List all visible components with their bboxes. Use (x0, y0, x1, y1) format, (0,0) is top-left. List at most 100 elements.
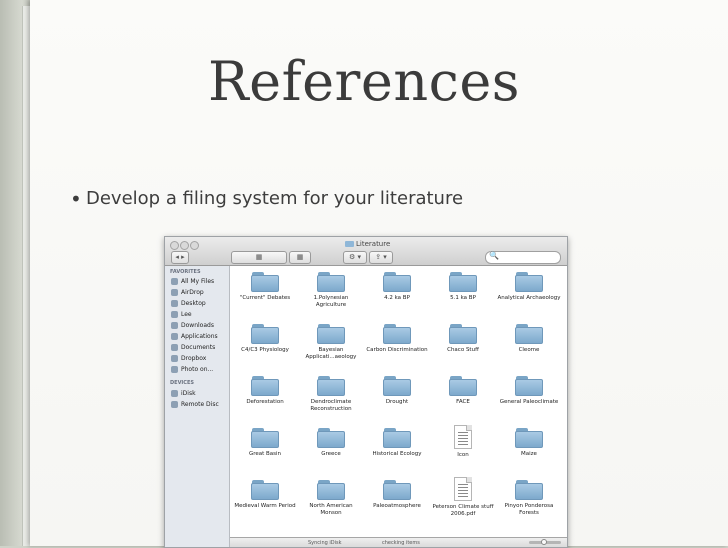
search-icon: 🔍 (489, 251, 499, 260)
downloads-icon (171, 322, 178, 329)
folder-icon (251, 480, 279, 500)
sidebar-item-photo[interactable]: Photo on... (171, 366, 213, 376)
folder-icon (383, 324, 411, 344)
checking-status: checking items (382, 540, 420, 546)
item-label: Bayesian Applicati...aeology (305, 347, 357, 360)
folder-icon (345, 241, 354, 247)
bullet-point: • Develop a filing system for your liter… (70, 187, 463, 211)
item-label: Icon (457, 452, 469, 458)
item-label: Carbon Discrimination (366, 347, 428, 353)
item-label: Deforestation (246, 399, 284, 405)
item-label: Pinyon Ponderosa Forests (504, 503, 554, 516)
folder-icon (317, 428, 345, 448)
folder-icon (383, 428, 411, 448)
sidebar-item-airdrop[interactable]: AirDrop (171, 289, 204, 299)
folder-item[interactable]: Maize (496, 428, 562, 458)
sidebar-item-desktop[interactable]: Desktop (171, 300, 206, 310)
action-button[interactable]: ⚙ ▾ (343, 251, 367, 264)
idisk-icon (171, 390, 178, 397)
folder-item[interactable]: C4/C3 Physiology (232, 324, 298, 354)
folder-icon (449, 376, 477, 396)
file-item[interactable]: Icon (430, 425, 496, 459)
folder-item[interactable]: Paleoatmosphere (364, 480, 430, 510)
sidebar-item-idisk[interactable]: iDisk (171, 390, 196, 400)
folder-item[interactable]: North American Monson (298, 480, 364, 517)
folder-icon (383, 480, 411, 500)
slide-title: References (207, 50, 521, 113)
folder-item[interactable]: Medieval Warm Period (232, 480, 298, 510)
share-button[interactable]: ⇪ ▾ (369, 251, 393, 264)
finder-sidebar: FAVORITES All My Files AirDrop Desktop L… (165, 266, 230, 547)
sidebar-item-lee[interactable]: Lee (171, 311, 192, 321)
folder-item[interactable]: Great Basin (232, 428, 298, 458)
folder-item[interactable]: "Current" Debates (232, 272, 298, 302)
folder-item[interactable]: Pinyon Ponderosa Forests (496, 480, 562, 517)
folder-item[interactable]: Analytical Archaeology (496, 272, 562, 302)
finder-titlebar: Literature ◂ ▸ ▦ ▦ ⚙ ▾ ⇪ ▾ 🔍 (165, 237, 567, 266)
item-label: Chaco Stuff (447, 347, 479, 353)
item-label: FACE (456, 399, 470, 405)
item-label: Cleome (518, 347, 540, 353)
folder-icon (317, 272, 345, 292)
folder-item[interactable]: Dendroclimate Reconstruction (298, 376, 364, 413)
file-item[interactable]: Peterson Climate stuff 2006.pdf (430, 477, 496, 518)
folder-item[interactable]: Historical Ecology (364, 428, 430, 458)
item-label: 4.2 ka BP (384, 295, 410, 301)
documents-icon (171, 344, 178, 351)
folder-item[interactable]: 5.1 ka BP (430, 272, 496, 302)
folder-item[interactable]: Bayesian Applicati...aeology (298, 324, 364, 361)
folder-icon (317, 480, 345, 500)
folder-icon (317, 376, 345, 396)
sidebar-item-downloads[interactable]: Downloads (171, 322, 214, 332)
folder-icon (383, 376, 411, 396)
sidebar-item-dropbox[interactable]: Dropbox (171, 355, 206, 365)
all-files-icon (171, 278, 178, 285)
folder-icon (251, 428, 279, 448)
folder-icon (449, 324, 477, 344)
folder-item[interactable]: Greece (298, 428, 364, 458)
folder-item[interactable]: Deforestation (232, 376, 298, 406)
minimize-window-button[interactable] (180, 241, 189, 250)
folder-icon (515, 480, 543, 500)
finder-window: Literature ◂ ▸ ▦ ▦ ⚙ ▾ ⇪ ▾ 🔍 FAVORITES A… (164, 236, 568, 548)
folder-item[interactable]: Drought (364, 376, 430, 406)
folder-item[interactable]: General Paleoclimate (496, 376, 562, 406)
sync-status: Syncing iDisk (308, 540, 342, 546)
folder-item[interactable]: 4.2 ka BP (364, 272, 430, 302)
item-label: Greece (321, 451, 341, 457)
close-window-button[interactable] (170, 241, 179, 250)
file-grid: "Current" Debates 1.Polynesian Agricultur… (230, 266, 567, 537)
sidebar-item-all-my-files[interactable]: All My Files (171, 278, 214, 288)
airdrop-icon (171, 289, 178, 296)
arrange-button[interactable]: ▦ (289, 251, 311, 264)
zoom-window-button[interactable] (190, 241, 199, 250)
sidebar-item-remote-disc[interactable]: Remote Disc (171, 401, 219, 411)
folder-icon (317, 324, 345, 344)
item-label: Peterson Climate stuff 2006.pdf (432, 504, 494, 517)
item-label: Historical Ecology (372, 451, 422, 457)
folder-icon (515, 324, 543, 344)
slider-knob[interactable] (541, 539, 547, 545)
folder-icon (515, 376, 543, 396)
icon-size-slider[interactable] (529, 539, 561, 545)
item-label: "Current" Debates (239, 295, 291, 301)
view-mode-buttons[interactable]: ▦ (231, 251, 287, 264)
search-input[interactable]: 🔍 (485, 251, 561, 264)
item-label: C4/C3 Physiology (241, 347, 289, 353)
sidebar-item-documents[interactable]: Documents (171, 344, 215, 354)
back-forward-button[interactable]: ◂ ▸ (171, 251, 189, 264)
folder-item[interactable]: Chaco Stuff (430, 324, 496, 354)
item-label: 1.Polynesian Agriculture (313, 295, 349, 308)
item-label: Maize (521, 451, 537, 457)
folder-item[interactable]: FACE (430, 376, 496, 406)
folder-item[interactable]: Cleome (496, 324, 562, 354)
folder-item[interactable]: Carbon Discrimination (364, 324, 430, 354)
item-label: 5.1 ka BP (450, 295, 476, 301)
folder-icon (251, 376, 279, 396)
item-label: Dendroclimate Reconstruction (310, 399, 352, 412)
item-label: North American Monson (309, 503, 353, 516)
window-title-label: Literature (356, 240, 391, 248)
folder-icon (515, 428, 543, 448)
folder-item[interactable]: 1.Polynesian Agriculture (298, 272, 364, 309)
sidebar-item-applications[interactable]: Applications (171, 333, 218, 343)
